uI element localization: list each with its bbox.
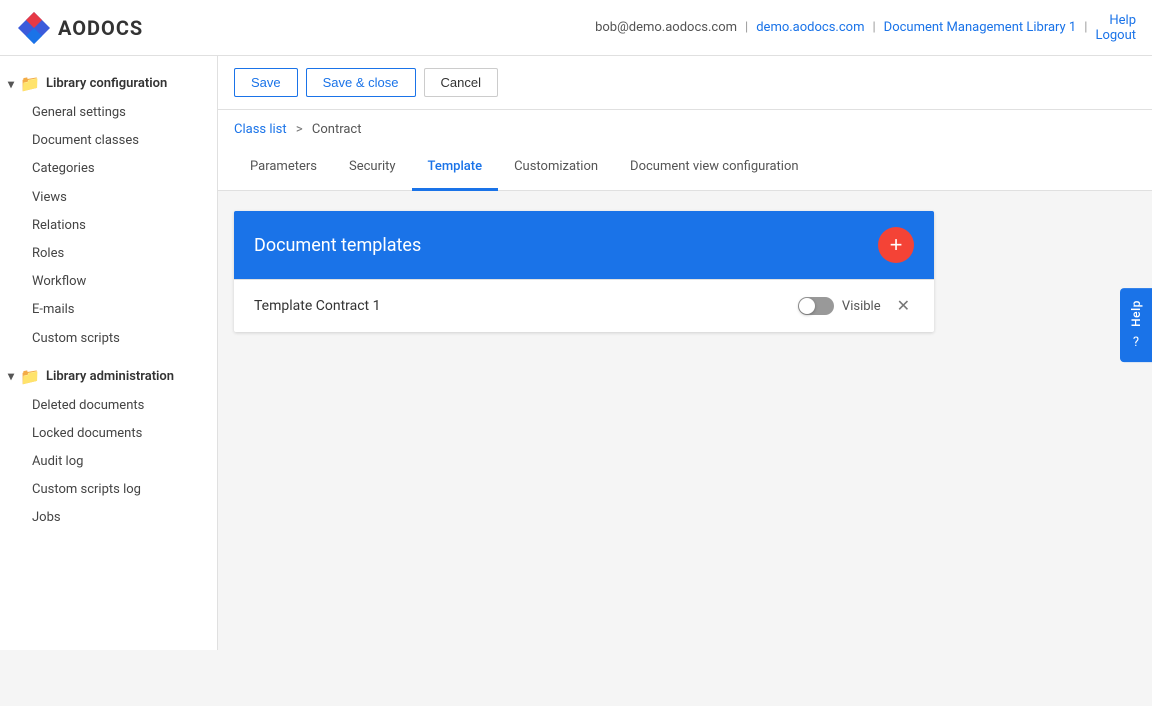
templates-card-title: Document templates (254, 235, 421, 256)
template-row: Template Contract 1 Visible ✕ (234, 279, 934, 332)
breadcrumb: Class list > Contract (218, 110, 1152, 145)
templates-card: Document templates + Template Contract 1… (234, 211, 934, 332)
sidebar-item-custom-scripts-log[interactable]: Custom scripts log (0, 476, 217, 504)
toolbar: Save Save & close Cancel (218, 56, 1152, 110)
header-help-logout: Help Logout (1095, 13, 1136, 43)
logo-icon (16, 10, 52, 46)
logout-link[interactable]: Logout (1095, 28, 1136, 43)
sidebar-item-roles[interactable]: Roles (0, 240, 217, 268)
tab-template[interactable]: Template (412, 145, 499, 191)
sidebar-item-locked-documents[interactable]: Locked documents (0, 420, 217, 448)
visible-label: Visible (842, 299, 881, 314)
template-row-right: Visible ✕ (798, 294, 914, 318)
app-layout: ▾ 📁 Library configuration General settin… (0, 56, 1152, 650)
tabs-bar: Parameters Security Template Customizati… (218, 145, 1152, 191)
breadcrumb-class-list-link[interactable]: Class list (234, 122, 287, 137)
toggle-container: Visible (798, 297, 881, 315)
help-sidebar-icon: ? (1133, 335, 1139, 350)
add-template-button[interactable]: + (878, 227, 914, 263)
folder-icon-config: 📁 (20, 74, 40, 93)
library-link[interactable]: demo.aodocs.com (756, 20, 864, 35)
save-button[interactable]: Save (234, 68, 298, 97)
library-name-link[interactable]: Document Management Library 1 (884, 20, 1077, 35)
sidebar-item-document-classes[interactable]: Document classes (0, 127, 217, 155)
main-content: Save Save & close Cancel Class list > Co… (218, 56, 1152, 650)
templates-card-header: Document templates + (234, 211, 934, 279)
tab-document-view-configuration[interactable]: Document view configuration (614, 145, 815, 191)
help-link[interactable]: Help (1109, 13, 1136, 28)
sidebar-item-relations[interactable]: Relations (0, 212, 217, 240)
user-email: bob@demo.aodocs.com (595, 20, 737, 35)
chevron-down-icon: ▾ (8, 77, 14, 91)
sidebar-item-workflow[interactable]: Workflow (0, 268, 217, 296)
sidebar-item-general-settings[interactable]: General settings (0, 99, 217, 127)
toggle-knob (799, 298, 815, 314)
tab-customization[interactable]: Customization (498, 145, 614, 191)
cancel-button[interactable]: Cancel (424, 68, 498, 97)
library-admin-label: Library administration (46, 369, 174, 384)
chevron-down-icon-admin: ▾ (8, 369, 14, 383)
separator-3: | (1084, 20, 1087, 35)
sidebar-section-header-config[interactable]: ▾ 📁 Library configuration (0, 68, 217, 99)
separator-1: | (745, 20, 748, 35)
visible-toggle[interactable] (798, 297, 834, 315)
sidebar-item-categories[interactable]: Categories (0, 155, 217, 183)
help-sidebar[interactable]: Help ? (1120, 288, 1152, 362)
sidebar-section-admin: ▾ 📁 Library administration Deleted docum… (0, 357, 217, 537)
sidebar-item-deleted-documents[interactable]: Deleted documents (0, 392, 217, 420)
sidebar-section-header-admin[interactable]: ▾ 📁 Library administration (0, 361, 217, 392)
sidebar-item-views[interactable]: Views (0, 184, 217, 212)
library-config-label: Library configuration (46, 76, 167, 91)
breadcrumb-separator: > (296, 122, 303, 137)
sidebar-item-audit-log[interactable]: Audit log (0, 448, 217, 476)
save-close-button[interactable]: Save & close (306, 68, 416, 97)
header: AODOCS bob@demo.aodocs.com | demo.aodocs… (0, 0, 1152, 56)
help-sidebar-label: Help (1129, 300, 1143, 327)
sidebar-item-jobs[interactable]: Jobs (0, 504, 217, 532)
sidebar-item-custom-scripts[interactable]: Custom scripts (0, 325, 217, 353)
header-right: bob@demo.aodocs.com | demo.aodocs.com | … (595, 13, 1136, 43)
logo: AODOCS (16, 10, 143, 46)
separator-2: | (872, 20, 875, 35)
logo-text: AODOCS (58, 16, 143, 40)
sidebar-item-emails[interactable]: E-mails (0, 296, 217, 324)
sidebar: ▾ 📁 Library configuration General settin… (0, 56, 218, 650)
breadcrumb-current: Contract (312, 122, 362, 137)
sidebar-section-config: ▾ 📁 Library configuration General settin… (0, 64, 217, 357)
tab-parameters[interactable]: Parameters (234, 145, 333, 191)
content-area: Document templates + Template Contract 1… (218, 191, 1152, 352)
folder-icon-admin: 📁 (20, 367, 40, 386)
tab-security[interactable]: Security (333, 145, 412, 191)
remove-template-button[interactable]: ✕ (893, 294, 914, 318)
template-name: Template Contract 1 (254, 298, 380, 314)
